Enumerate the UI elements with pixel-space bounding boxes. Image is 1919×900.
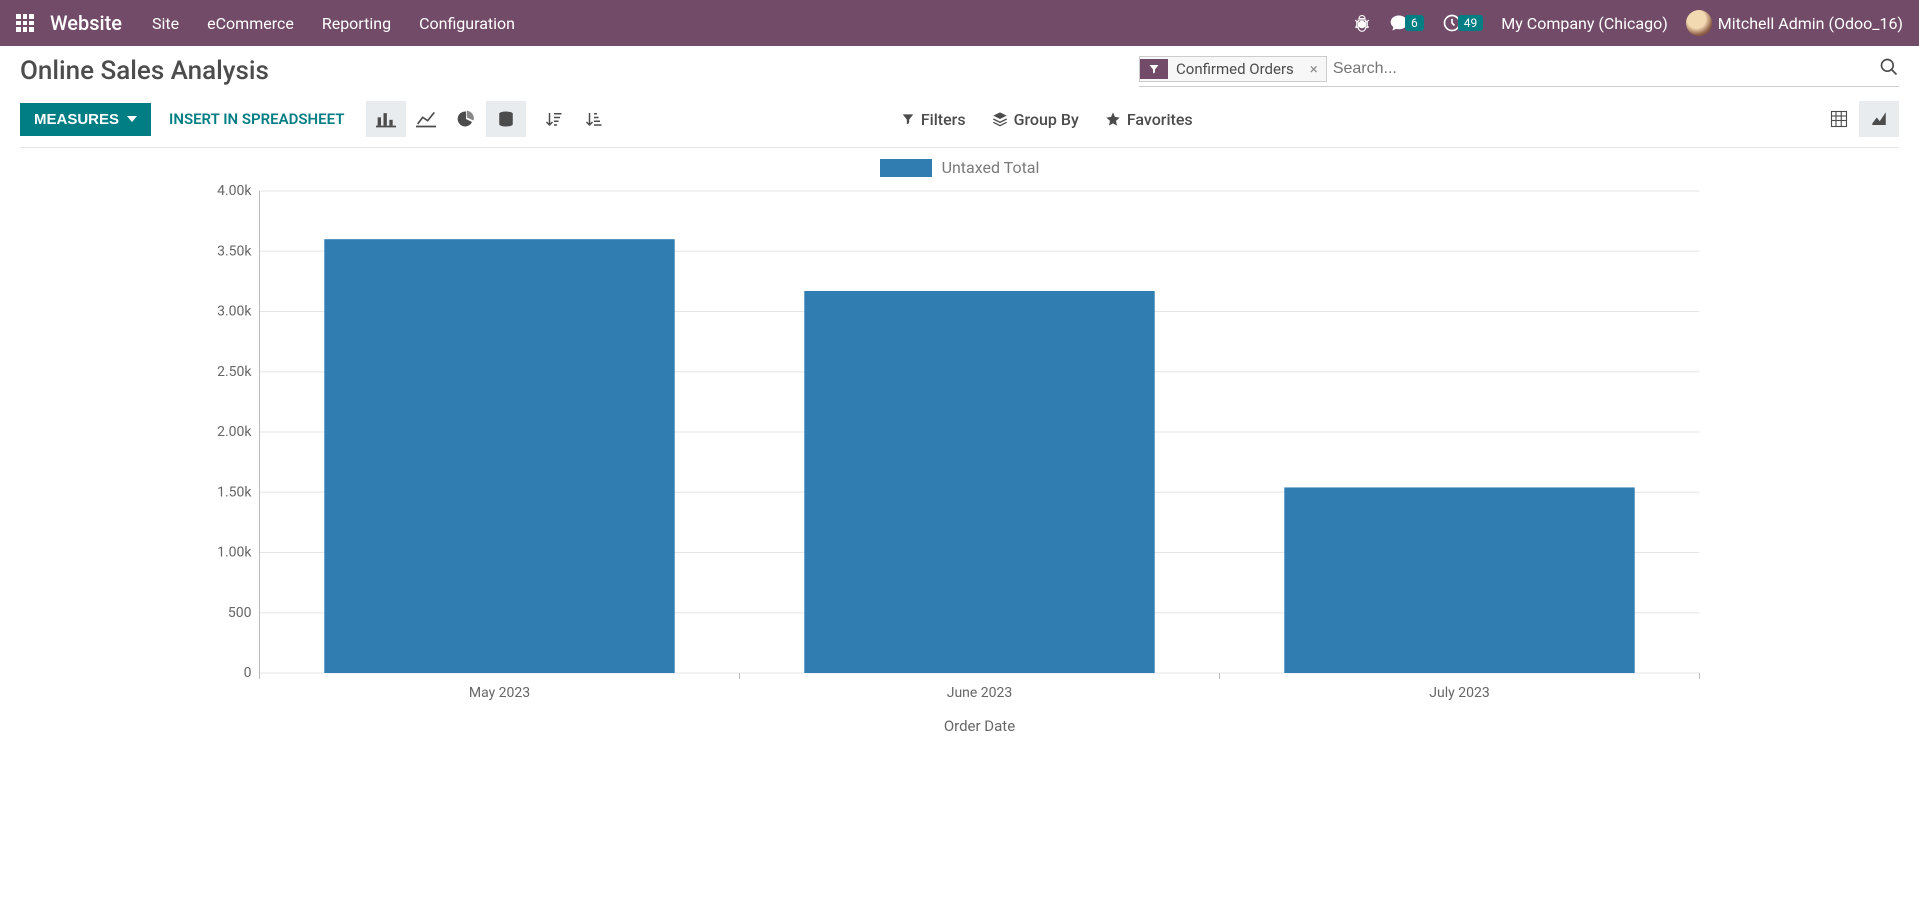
svg-text:4.00k: 4.00k [217,183,252,199]
svg-text:1.00k: 1.00k [217,545,252,561]
bar [1284,487,1634,673]
svg-text:0: 0 [244,665,252,681]
avatar [1686,10,1712,36]
debug-icon[interactable] [1353,14,1371,32]
legend-swatch [880,159,932,177]
search-input[interactable] [1327,56,1871,82]
groupby-label: Group By [1014,110,1079,129]
filter-icon [1140,59,1168,79]
menu-configuration[interactable]: Configuration [419,14,515,33]
filter-group: Filters Group By Favorites [901,110,1193,129]
activities-icon[interactable]: 49 [1442,13,1484,33]
svg-text:2.00k: 2.00k [217,424,252,440]
cp-row-toolbar: MEASURES INSERT IN SPREADSHEET [20,101,1899,148]
pivot-view-icon[interactable] [1819,101,1859,137]
messages-icon[interactable]: 6 [1389,13,1424,33]
user-name: Mitchell Admin (Odoo_16) [1718,14,1903,33]
sort-asc-icon[interactable] [574,101,614,137]
svg-text:3.00k: 3.00k [217,304,252,320]
svg-text:500: 500 [228,605,252,621]
bar [804,291,1154,673]
favorites-dropdown[interactable]: Favorites [1105,110,1193,129]
sort-desc-icon[interactable] [534,101,574,137]
filters-dropdown[interactable]: Filters [901,110,966,129]
graph-view-icon[interactable] [1859,101,1899,137]
messages-badge: 6 [1405,15,1424,31]
user-menu[interactable]: Mitchell Admin (Odoo_16) [1686,10,1903,36]
brand: Website [16,11,122,35]
menu-reporting[interactable]: Reporting [322,14,391,33]
apps-icon[interactable] [16,14,34,32]
activities-badge: 49 [1458,15,1484,31]
bar-chart: 0 500 1.00k 1.50k 2.00k 2.50k 3.00k 3.50k 4.00k M… [20,183,1899,743]
filter-remove-icon[interactable]: × [1302,60,1326,78]
bar [324,239,674,673]
navbar-menu: Site eCommerce Reporting Configuration [152,14,515,33]
control-panel: Online Sales Analysis Confirmed Orders ×… [0,46,1919,148]
page-title: Online Sales Analysis [20,56,269,86]
svg-text:2.50k: 2.50k [217,364,252,380]
bar-chart-icon[interactable] [366,101,406,137]
filter-tag-label[interactable]: Confirmed Orders [1168,57,1302,81]
navbar-left: Website Site eCommerce Reporting Configu… [16,11,515,35]
chart-legend: Untaxed Total [20,158,1899,177]
svg-text:July 2023: July 2023 [1429,685,1489,701]
caret-down-icon [127,116,137,122]
insert-spreadsheet-button[interactable]: INSERT IN SPREADSHEET [169,110,344,128]
measures-label: MEASURES [34,111,119,128]
chart-type-group [366,101,526,137]
search-area: Confirmed Orders × [1139,56,1899,87]
search-icon[interactable] [1879,57,1899,81]
menu-site[interactable]: Site [152,14,179,33]
measures-button[interactable]: MEASURES [20,103,151,136]
module-title[interactable]: Website [50,11,122,35]
svg-text:June 2023: June 2023 [947,685,1013,701]
company-selector[interactable]: My Company (Chicago) [1501,14,1668,33]
filters-label: Filters [921,110,966,129]
legend-label: Untaxed Total [942,158,1040,177]
line-chart-icon[interactable] [406,101,446,137]
navbar-right: 6 49 My Company (Chicago) Mitchell Admin… [1353,10,1903,36]
svg-text:3.50k: 3.50k [217,243,252,259]
svg-text:May 2023: May 2023 [469,685,530,701]
pie-chart-icon[interactable] [446,101,486,137]
stacked-icon[interactable] [486,101,526,137]
menu-ecommerce[interactable]: eCommerce [207,14,294,33]
cp-row-title: Online Sales Analysis Confirmed Orders × [20,56,1899,87]
sort-group [534,101,614,137]
svg-text:1.50k: 1.50k [217,484,252,500]
view-switch [1819,101,1899,137]
groupby-dropdown[interactable]: Group By [992,110,1079,129]
favorites-label: Favorites [1127,110,1193,129]
filter-tag: Confirmed Orders × [1139,56,1327,82]
svg-text:Order Date: Order Date [944,717,1015,735]
chart-area: Untaxed Total 0 500 1.00k 1.50k 2.00k 2.50k 3.… [0,148,1919,743]
top-navbar: Website Site eCommerce Reporting Configu… [0,0,1919,46]
